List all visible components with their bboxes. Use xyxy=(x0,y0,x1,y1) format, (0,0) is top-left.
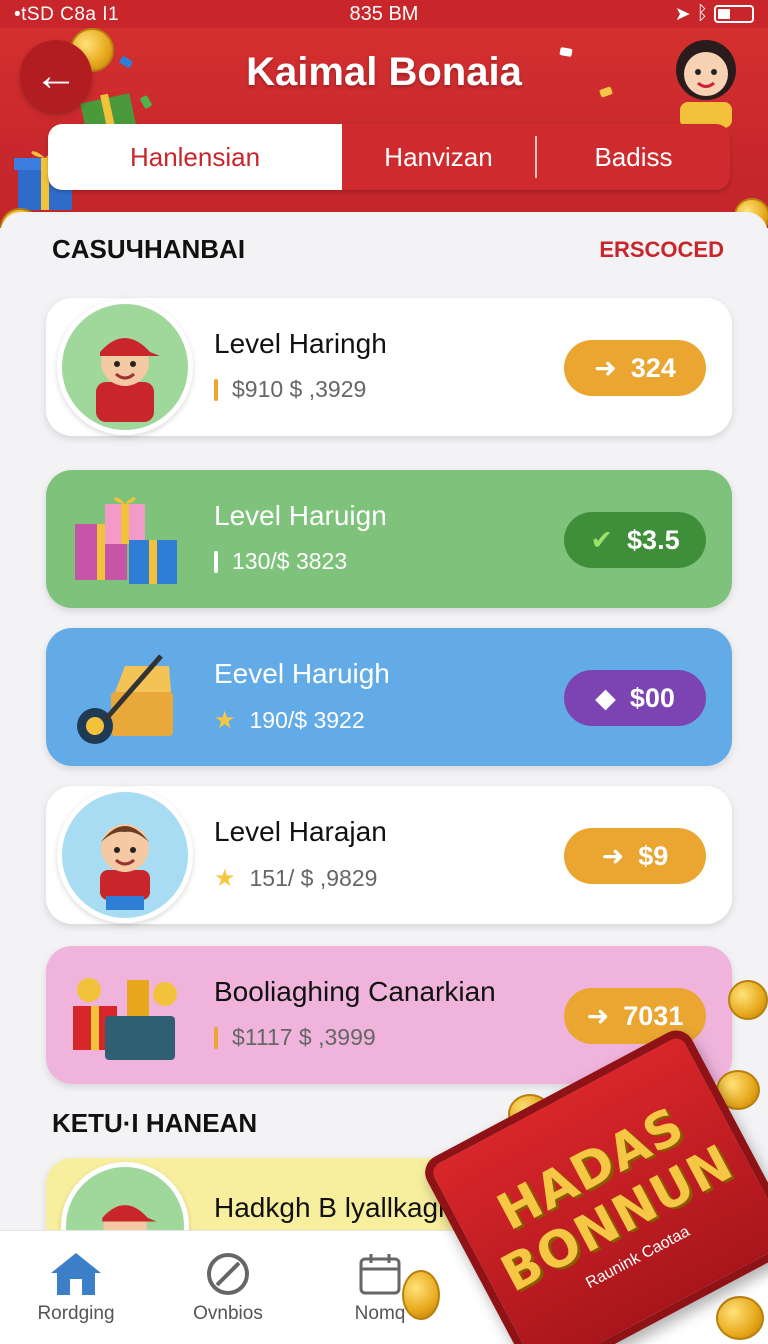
card-thumbnail xyxy=(56,470,194,608)
confetti-icon xyxy=(139,94,153,110)
section-title: KETU·I HANEAN xyxy=(52,1108,258,1138)
card-title: Level Haringh xyxy=(214,328,387,359)
reward-amount: $9 xyxy=(638,840,669,871)
card-title: Hadkgh B lyallkagi xyxy=(214,1192,445,1223)
toolbox-icon xyxy=(77,654,173,744)
reward-amount: 7031 xyxy=(623,1000,684,1031)
coin-icon xyxy=(402,1270,440,1320)
boy-avatar-icon xyxy=(57,787,193,923)
calendar-icon xyxy=(359,1253,401,1294)
tab-badiss[interactable]: Badiss xyxy=(537,124,730,190)
gift-boxes-icon xyxy=(75,497,177,584)
nav-item-home[interactable]: Rordging xyxy=(0,1231,152,1344)
progress-marker-icon xyxy=(214,550,218,573)
nav-item-ovnbios[interactable]: Ovnbios xyxy=(152,1231,304,1344)
check-icon: ✔ xyxy=(590,524,614,555)
girl-avatar-icon xyxy=(676,40,736,128)
status-time: 835 BM xyxy=(349,2,419,25)
page-title: Kaimal Bonaia xyxy=(246,50,522,94)
progress-marker-icon xyxy=(214,378,218,401)
card-progress-text: 130/$ 3823 xyxy=(232,548,348,574)
coin-icon xyxy=(716,1296,764,1340)
nav-label: Rordging xyxy=(37,1302,115,1324)
nav-label: Nomq xyxy=(354,1302,406,1324)
card-thumbnail xyxy=(56,298,194,436)
card-progress: ★ 151/ $ ,9829 xyxy=(214,864,387,893)
card-info: Level Haringh $910 $ ,3929 xyxy=(214,328,387,403)
coin-icon xyxy=(728,980,768,1020)
card-info: Level Harajan ★ 151/ $ ,9829 xyxy=(214,816,387,893)
claim-button[interactable]: ➜ 324 xyxy=(564,340,706,396)
section-title: CASUЧHANBAI xyxy=(52,234,246,264)
card-thumbnail xyxy=(56,786,194,924)
tab-hanvizan[interactable]: Hanvizan xyxy=(342,124,535,190)
claim-button[interactable]: ◆ $00 xyxy=(564,670,706,726)
card-thumbnail xyxy=(56,946,194,1084)
nav-label: Ovnbios xyxy=(193,1302,263,1324)
card-progress-text: 151/ $ ,9829 xyxy=(249,865,378,891)
reward-card[interactable]: Eevel Haruigh ★ 190/$ 3922 ◆ $00 xyxy=(46,628,732,766)
arrow-right-icon: ➜ xyxy=(601,840,625,871)
tab-bar: Hanlensian Hanvizan Badiss xyxy=(48,124,730,190)
reward-card[interactable]: Level Harajan ★ 151/ $ ,9829 ➜ $9 xyxy=(46,786,732,924)
card-info: Booliaghing Canarkian $1117 $ ,3999 xyxy=(214,976,496,1051)
card-title: Eevel Haruigh xyxy=(214,658,390,689)
reward-card[interactable]: Level Haruign 130/$ 3823 ✔ $3.5 xyxy=(46,470,732,608)
section-link[interactable]: ERSCOCED xyxy=(599,237,724,263)
card-progress: $910 $ ,3929 xyxy=(214,376,387,403)
reward-amount: 324 xyxy=(630,352,676,383)
header: ← Kaimal Bonaia Hanlensian Hanvizan Badi… xyxy=(0,28,768,228)
battery-icon xyxy=(714,5,754,23)
tab-hanlensian[interactable]: Hanlensian xyxy=(48,124,342,190)
star-icon: ★ xyxy=(214,707,236,734)
card-progress: $1117 $ ,3999 xyxy=(214,1024,496,1051)
status-bar: •tSD C8a ⅼ1 835 BM ➤ ᛒ xyxy=(0,0,768,28)
arrow-right-icon: ➜ xyxy=(594,352,617,383)
reward-amount: $3.5 xyxy=(627,524,680,555)
tag-icon: ◆ xyxy=(595,682,616,713)
home-icon xyxy=(51,1252,101,1295)
claim-button[interactable]: ➜ $9 xyxy=(564,828,706,884)
card-info: Eevel Haruigh ★ 190/$ 3922 xyxy=(214,658,390,735)
card-title: Booliaghing Canarkian xyxy=(214,976,496,1007)
claim-button[interactable]: ✔ $3.5 xyxy=(564,512,706,568)
treasure-chest-icon xyxy=(73,978,177,1060)
card-progress: 130/$ 3823 xyxy=(214,548,387,575)
card-progress-text: $910 $ ,3929 xyxy=(232,376,367,402)
card-title: Level Haruign xyxy=(214,500,387,531)
block-icon xyxy=(207,1252,249,1295)
reward-card[interactable]: Level Haringh $910 $ ,3929 ➜ 324 xyxy=(46,298,732,436)
card-info: Level Haruign 130/$ 3823 xyxy=(214,500,387,575)
card-progress: ★ 190/$ 3922 xyxy=(214,706,390,735)
star-icon: ★ xyxy=(214,865,236,892)
card-thumbnail xyxy=(56,628,194,766)
card-progress-text: 190/$ 3922 xyxy=(249,707,365,733)
section-header: CASUЧHANBAI ERSCOCED xyxy=(52,234,724,265)
card-title: Level Harajan xyxy=(214,816,387,847)
arrow-right-icon: ➜ xyxy=(586,1000,610,1031)
progress-marker-icon xyxy=(214,1026,218,1049)
card-progress-text: $1117 $ ,3999 xyxy=(232,1024,376,1050)
boy-cap-avatar-icon xyxy=(57,299,193,435)
reward-amount: $00 xyxy=(629,682,675,713)
